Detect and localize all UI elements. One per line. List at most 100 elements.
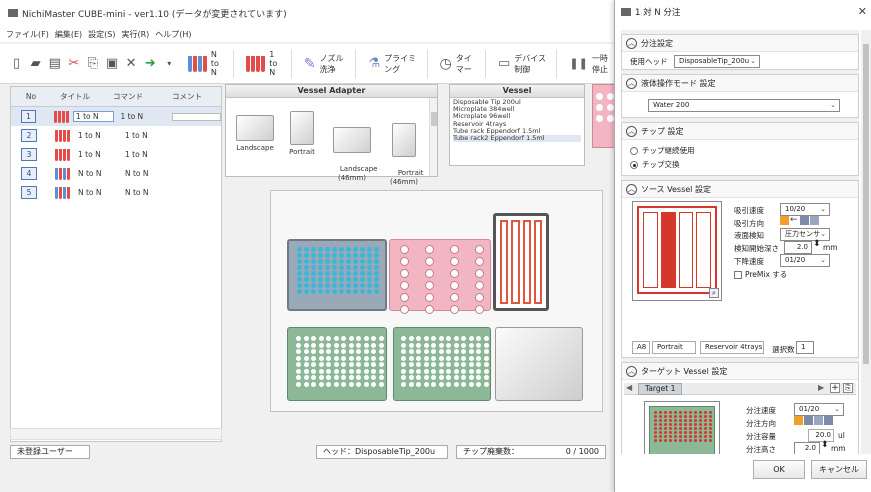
copy-target-icon[interactable]: ⎘ (843, 383, 853, 393)
new-file-icon[interactable]: ▯ (10, 55, 23, 73)
dispense-height-input[interactable]: 2.0 (794, 442, 820, 454)
menu-settings[interactable]: 設定(S) (88, 29, 115, 40)
pause-button[interactable]: ❚❚ 一時停止 (563, 50, 620, 78)
well (346, 277, 351, 282)
tab-target-1[interactable]: Target 1 (638, 383, 683, 395)
delete-icon[interactable]: ✕ (125, 55, 138, 73)
source-vessel-preview[interactable]: ⌕ (632, 201, 722, 301)
well (332, 259, 337, 264)
right-curve-icon[interactable] (810, 216, 819, 225)
well (669, 439, 672, 442)
nozzle-wash-button[interactable]: ✎ ノズル洗浄 (298, 49, 357, 78)
device-control-button[interactable]: ▭ デバイス制御 (492, 49, 558, 78)
tube-rack-pink[interactable] (389, 239, 491, 314)
add-target-icon[interactable]: + (830, 383, 840, 393)
up-arrow-icon[interactable] (800, 216, 809, 225)
adapter-portrait-46mm[interactable]: Portrait (46mm) (384, 105, 424, 196)
radio-button[interactable] (630, 161, 638, 169)
collapse-icon[interactable]: ︿ (626, 37, 637, 49)
radio-button[interactable] (630, 147, 638, 155)
liquid-detect-select[interactable]: 圧力センサ ⌄ (780, 228, 830, 241)
close-icon[interactable]: ✕ (858, 5, 867, 18)
menu-edit[interactable]: 編集(E) (55, 29, 82, 40)
section-header[interactable]: ︿ ターゲット Vessel 設定 (622, 363, 858, 380)
tray[interactable] (643, 212, 658, 288)
section-header[interactable]: ︿ ソース Vessel 設定 (622, 181, 858, 198)
step-row[interactable]: 1 1 to N 1 to N (11, 107, 221, 126)
paste-icon[interactable]: ▣ (105, 55, 118, 73)
microplate-96-green[interactable] (393, 327, 491, 401)
menu-file[interactable]: ファイル(F) (6, 29, 49, 40)
step-title[interactable]: 1 to N (72, 111, 115, 122)
tray[interactable] (678, 212, 694, 288)
zoom-icon[interactable]: ⌕ (709, 288, 719, 298)
dropdown-icon[interactable]: ▾ (163, 55, 176, 73)
tip-continue-option[interactable]: チップ継続使用 (630, 145, 695, 156)
open-folder-icon[interactable]: ▰ (29, 55, 42, 73)
aspirate-direction-buttons: ← (780, 216, 830, 228)
spinner-icon[interactable]: ⬍ (821, 441, 829, 450)
section-header[interactable]: ︿ チップ 設定 (622, 123, 858, 140)
tab-prev-icon[interactable]: ◀ (626, 383, 632, 392)
descent-speed-select[interactable]: 01/20 ⌄ (780, 254, 830, 267)
vessel-item-selected[interactable]: Tube rack2 Eppendorf 1.5ml (453, 134, 581, 143)
source-vessel-name: Reservoir 4trays (700, 341, 764, 354)
curve-icon[interactable] (814, 416, 823, 425)
adapter-landscape-46mm[interactable]: Landscape (46mm) (326, 109, 378, 192)
dialog-scrollbar[interactable] (861, 30, 871, 454)
ok-button[interactable]: OK (753, 460, 805, 479)
section-header[interactable]: ︿ 液体操作モード 設定 (622, 75, 858, 92)
n-to-n-button[interactable]: N to N (182, 49, 235, 78)
step-row[interactable]: 3 1 to N 1 to N (11, 145, 221, 164)
aspirate-speed-select[interactable]: 10/20 ⌄ (780, 203, 830, 216)
tab-next-icon[interactable]: ▶ (818, 383, 824, 392)
horizontal-scrollbar[interactable] (10, 428, 222, 440)
step-comment-field[interactable] (172, 112, 221, 121)
collapse-icon[interactable]: ︿ (626, 365, 637, 377)
save-icon[interactable]: ▤ (48, 55, 61, 73)
scroll-thumb[interactable] (431, 112, 437, 126)
tip-change-option[interactable]: チップ交換 (630, 159, 680, 170)
microplate-384-blue[interactable] (287, 239, 387, 311)
empty-slot[interactable] (495, 327, 583, 401)
well (332, 253, 337, 258)
cancel-button[interactable]: キャンセル (811, 460, 867, 479)
scroll-thumb[interactable] (863, 44, 869, 364)
cut-icon[interactable]: ✂ (67, 55, 80, 73)
adapter-scrollbar[interactable] (429, 98, 437, 176)
spinner-icon[interactable]: ⬍ (813, 240, 821, 249)
premix-checkbox[interactable]: PreMix する (734, 269, 787, 280)
microplate-96-green[interactable] (287, 327, 387, 401)
left-arrow-icon[interactable]: ← (790, 216, 799, 225)
down-arrow-icon[interactable] (780, 216, 789, 225)
adapter-landscape[interactable]: Landscape (230, 115, 280, 153)
tray[interactable] (696, 212, 711, 288)
reservoir-4trays[interactable] (493, 213, 549, 311)
step-row[interactable]: 2 1 to N 1 to N (11, 126, 221, 145)
down-arrow-icon[interactable] (804, 416, 813, 425)
target-vessel-preview[interactable] (644, 401, 720, 454)
well (453, 349, 459, 354)
section-header[interactable]: ︿ 分注設定 (622, 35, 858, 52)
up-arrow-icon[interactable] (824, 416, 833, 425)
dispense-speed-select[interactable]: 01/20 ⌄ (794, 403, 844, 416)
head-select[interactable]: DisposableTip_200u ⌄ (674, 55, 760, 68)
insert-arrow-icon[interactable]: ➜ (144, 55, 157, 73)
priming-button[interactable]: ⚗ プライミング (362, 49, 428, 78)
copy-icon[interactable]: ⎘ (86, 55, 99, 73)
collapse-icon[interactable]: ︿ (626, 183, 637, 195)
menu-help[interactable]: ヘルプ(H) (155, 29, 191, 40)
right-arrow-icon[interactable] (794, 416, 803, 425)
collapse-icon[interactable]: ︿ (626, 77, 637, 89)
step-row[interactable]: 5 N to N N to N (11, 183, 221, 202)
timer-button[interactable]: ◷ タイマー (434, 49, 486, 78)
tray-selected[interactable] (660, 212, 676, 288)
collapse-icon[interactable]: ︿ (626, 125, 637, 137)
one-to-n-button[interactable]: 1 to N (240, 49, 292, 78)
well (339, 289, 344, 294)
liquid-mode-select[interactable]: Water 200 ⌄ (648, 99, 840, 112)
menu-run[interactable]: 実行(R) (121, 29, 149, 40)
detect-depth-input[interactable]: 2.0 (784, 241, 812, 254)
adapter-portrait[interactable]: Portrait (284, 111, 320, 157)
step-row[interactable]: 4 N to N N to N (11, 164, 221, 183)
